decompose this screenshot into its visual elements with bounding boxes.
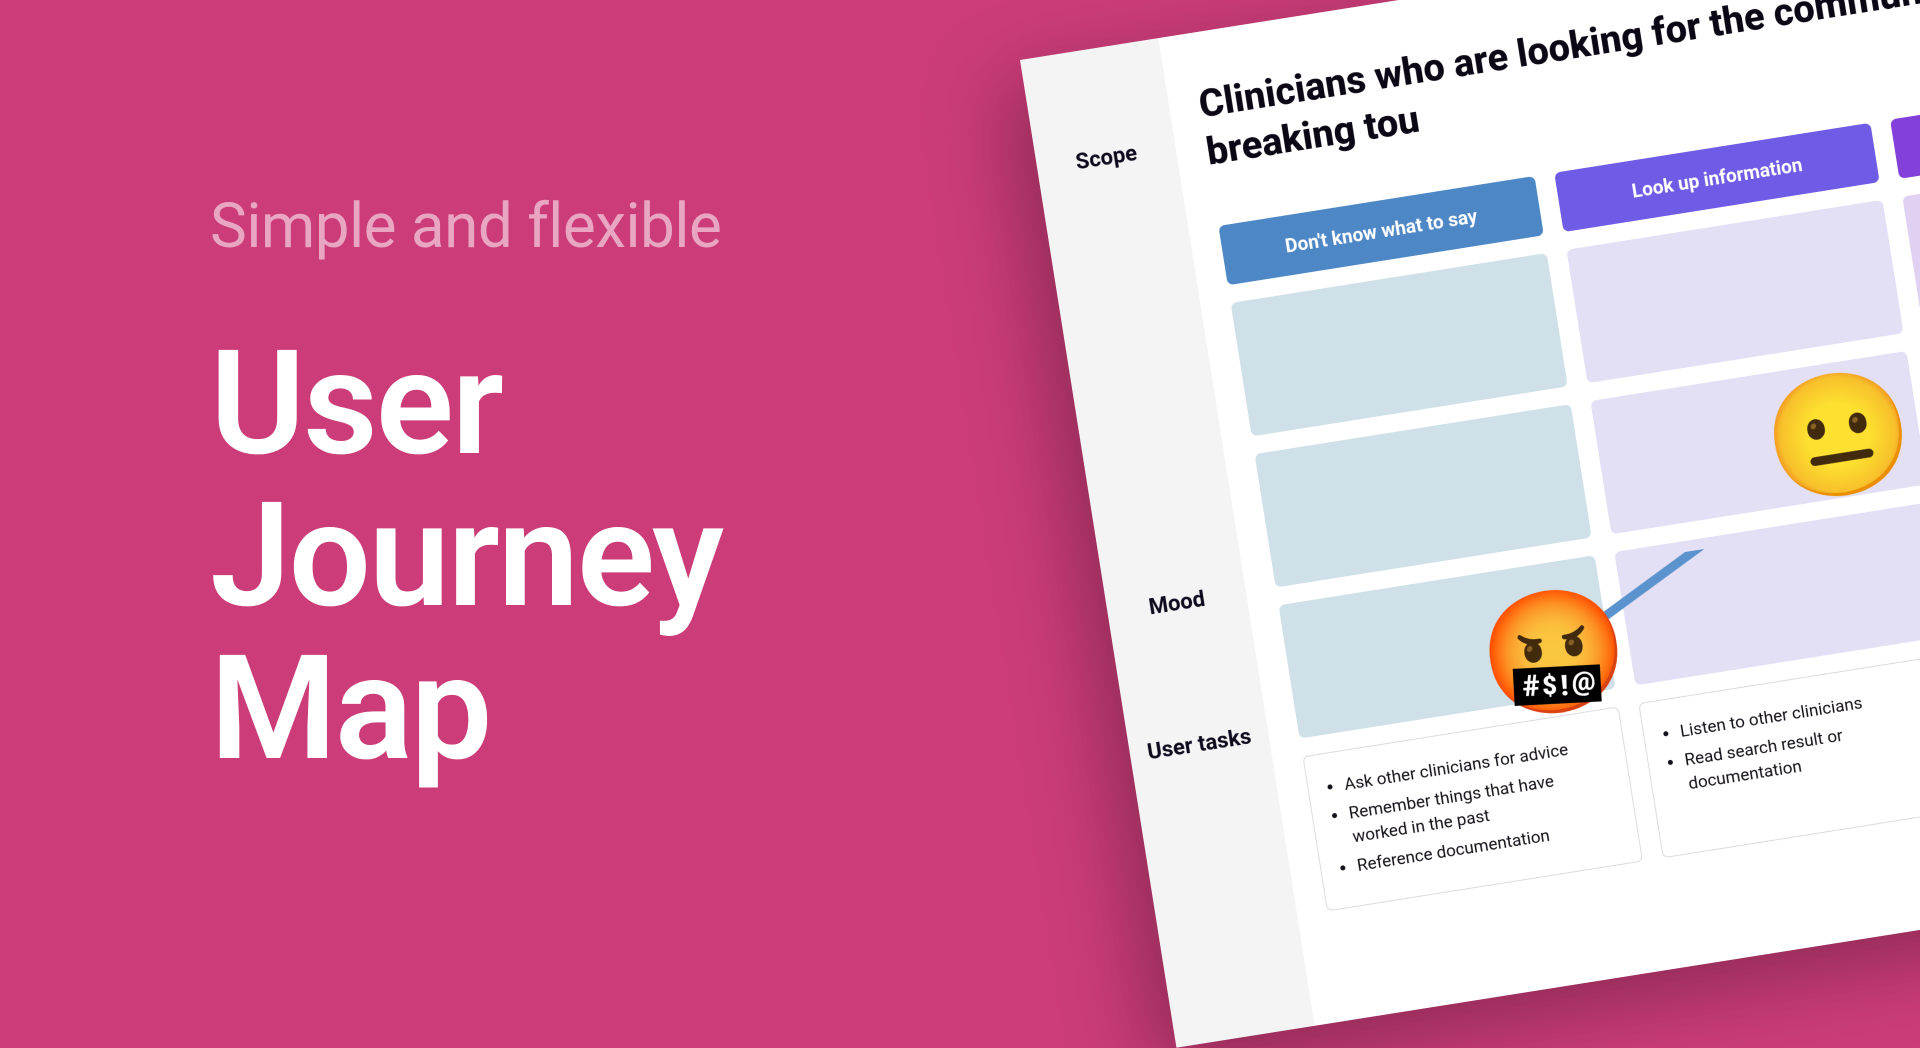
- sidebar-tasks-label: User tasks: [1125, 704, 1273, 786]
- mood-emoji-neutral-icon: 😐: [1756, 366, 1920, 508]
- tasks-col-1: Ask other clinicians for advice Remember…: [1302, 706, 1643, 911]
- sidebar-scope-label: Scope: [1033, 117, 1181, 199]
- mood-cell: [1255, 404, 1592, 587]
- mood-cell: [1231, 253, 1568, 436]
- hero-title: User Journey Map: [210, 328, 722, 785]
- mood-cell: [1614, 502, 1920, 685]
- phase-header-3: [1890, 70, 1920, 179]
- mood-emoji-angry-icon: 🤬: [1471, 583, 1637, 725]
- journey-map-card: Scope Mood User tasks Clinicians who are…: [1020, 0, 1920, 1048]
- hero-subtitle: Simple and flexible: [210, 190, 722, 263]
- sidebar-mood-label: Mood: [1103, 563, 1251, 645]
- mood-cell: [1566, 200, 1903, 383]
- tasks-col-2: Listen to other clinicians Read search r…: [1638, 653, 1920, 858]
